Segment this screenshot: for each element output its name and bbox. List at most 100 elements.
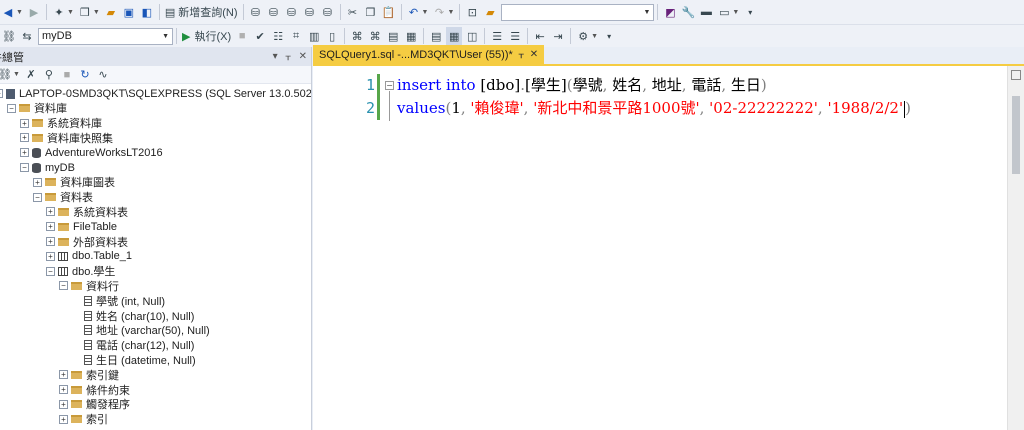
- tree-node[interactable]: − 資料庫: [7, 101, 67, 116]
- search-combo[interactable]: ▼: [501, 3, 655, 21]
- decrease-indent-icon[interactable]: ⇤: [532, 27, 548, 45]
- pin-icon[interactable]: ᚁ: [519, 49, 524, 60]
- stop-icon[interactable]: ■: [59, 66, 75, 84]
- tree-node[interactable]: − myDB: [20, 160, 75, 175]
- forward-icon[interactable]: ▶: [26, 3, 42, 21]
- close-tab-icon[interactable]: ✕: [530, 49, 538, 60]
- solution-explorer-icon[interactable]: ◩: [662, 3, 678, 21]
- collapse-icon[interactable]: −: [7, 103, 16, 113]
- expand-icon[interactable]: +: [46, 222, 55, 232]
- cancel-query-icon[interactable]: ■: [234, 27, 250, 45]
- tree-node[interactable]: + 觸發程序: [59, 397, 130, 412]
- tree-node[interactable]: + AdventureWorksLT2016: [20, 145, 163, 160]
- client-stats-icon[interactable]: ▤: [385, 27, 401, 45]
- dax-query-icon[interactable]: ⛁: [320, 3, 336, 21]
- expand-icon[interactable]: +: [59, 370, 68, 380]
- comment-out-icon[interactable]: ☰: [489, 27, 505, 45]
- parse-icon[interactable]: ✔: [252, 27, 268, 45]
- tree-node[interactable]: + 外部資料表: [46, 234, 128, 249]
- tree-node[interactable]: − LAPTOP-0SMD3QKT\SQLEXPRESS (SQL Server …: [0, 86, 311, 101]
- tree-node[interactable]: + 索引鍵: [59, 367, 119, 382]
- expand-icon[interactable]: +: [46, 251, 55, 261]
- query-designer-icon[interactable]: ⌗: [288, 27, 304, 45]
- collapse-icon[interactable]: −: [20, 163, 29, 172]
- fold-icon[interactable]: −: [385, 81, 394, 90]
- code-line[interactable]: values(1, '賴俊瑋', '新北中和景平路1000號', '02-222…: [397, 97, 911, 119]
- tree-node[interactable]: − 資料行: [59, 278, 119, 293]
- increase-indent-icon[interactable]: ⇥: [550, 27, 566, 45]
- live-stats-icon[interactable]: ⌘: [367, 27, 383, 45]
- options-icon[interactable]: ▭: [716, 3, 732, 21]
- tab-sqlquery1[interactable]: SQLQuery1.sql -...MD3QKT\User (55))* ᚁ ✕: [313, 45, 545, 64]
- tree-node[interactable]: − dbo.學生: [46, 264, 115, 279]
- tree-node[interactable]: + FileTable: [46, 219, 117, 234]
- tree-node[interactable]: + 索引: [59, 412, 108, 427]
- properties-icon[interactable]: 🔧: [680, 3, 696, 21]
- collapse-icon[interactable]: −: [33, 192, 42, 202]
- dmx-query-icon[interactable]: ⛁: [284, 3, 300, 21]
- new-project-icon[interactable]: ✦: [51, 3, 67, 21]
- search-folder-icon[interactable]: ▰: [482, 3, 498, 21]
- tree-node[interactable]: + 系統資料表: [46, 204, 128, 219]
- execute-button[interactable]: ▶ 執行(X): [181, 27, 232, 45]
- xmla-query-icon[interactable]: ⛁: [302, 3, 318, 21]
- actual-plan-icon[interactable]: ⌘: [349, 27, 365, 45]
- filter-icon[interactable]: ⚲: [41, 66, 57, 84]
- tree-node[interactable]: + 條件約束: [59, 382, 130, 397]
- open-folder-icon[interactable]: ▰: [103, 3, 119, 21]
- connect-icon[interactable]: ⛓: [1, 27, 17, 45]
- specify-template-values-icon[interactable]: ⚙: [575, 27, 591, 45]
- tree-node[interactable]: 姓名 (char(10), Null): [72, 308, 194, 323]
- results-to-text-icon[interactable]: ▦: [403, 27, 419, 45]
- collapse-icon[interactable]: −: [46, 266, 55, 276]
- results-icon[interactable]: ▥: [306, 27, 322, 45]
- collapse-icon[interactable]: −: [0, 89, 3, 98]
- panel-menu-icon[interactable]: ▾: [273, 51, 278, 62]
- results-file-icon[interactable]: ◫: [464, 27, 480, 45]
- disconnect-icon[interactable]: ✗: [23, 66, 39, 84]
- refresh-icon[interactable]: ↻: [77, 66, 93, 84]
- toolbox-icon[interactable]: ▬: [698, 3, 714, 21]
- mdx-query-icon[interactable]: ⛁: [266, 3, 282, 21]
- save-all-icon[interactable]: ◧: [139, 3, 155, 21]
- estimated-plan-icon[interactable]: ☷: [270, 27, 286, 45]
- collapse-icon[interactable]: −: [59, 281, 68, 291]
- expand-icon[interactable]: +: [59, 399, 68, 409]
- change-connection-icon[interactable]: ⇆: [19, 27, 35, 45]
- navigate-icon[interactable]: ⊡: [464, 3, 480, 21]
- copy-icon[interactable]: ❐: [363, 3, 379, 21]
- tree-node[interactable]: 學號 (int, Null): [72, 293, 165, 308]
- activity-monitor-icon[interactable]: ∿: [95, 66, 111, 84]
- editor-scrollbar[interactable]: [1007, 66, 1024, 430]
- expand-icon[interactable]: +: [59, 414, 68, 424]
- expand-icon[interactable]: +: [33, 177, 42, 187]
- back-icon[interactable]: ◀: [0, 3, 16, 21]
- pin-icon[interactable]: ᚁ: [286, 51, 291, 62]
- tree-node[interactable]: + 系統資料庫: [20, 116, 102, 131]
- toolbar-overflow-icon[interactable]: ▾: [742, 3, 758, 21]
- redo-icon[interactable]: ↷: [431, 3, 447, 21]
- editor-scroll-thumb[interactable]: [1012, 96, 1020, 174]
- tree-node[interactable]: 電話 (char(12), Null): [72, 338, 194, 353]
- uncomment-icon[interactable]: ☰: [507, 27, 523, 45]
- tree-node[interactable]: 生日 (datetime, Null): [72, 352, 196, 367]
- database-select[interactable]: myDB ▼: [38, 27, 173, 45]
- intellisense-icon[interactable]: ▯: [324, 27, 340, 45]
- tree-node[interactable]: + dbo.Table_1: [46, 249, 132, 264]
- expand-icon[interactable]: +: [20, 118, 29, 128]
- tree-node[interactable]: 地址 (varchar(50), Null): [72, 323, 210, 338]
- expand-icon[interactable]: +: [20, 148, 29, 158]
- close-icon[interactable]: ✕: [299, 51, 307, 62]
- code-editor[interactable]: 12 insert into [dbo].[學生](學號, 姓名, 地址, 電話…: [313, 66, 1024, 430]
- code-line[interactable]: insert into [dbo].[學生](學號, 姓名, 地址, 電話, 生…: [397, 74, 767, 96]
- split-icon[interactable]: [1011, 70, 1021, 80]
- cut-icon[interactable]: ✂: [345, 3, 361, 21]
- connect-oe-icon[interactable]: ⛓: [0, 66, 13, 84]
- expand-icon[interactable]: +: [46, 207, 55, 217]
- db-engine-query-icon[interactable]: ⛁: [248, 3, 264, 21]
- save-icon[interactable]: ▣: [121, 3, 137, 21]
- expand-icon[interactable]: +: [59, 385, 68, 394]
- toolbar2-overflow-icon[interactable]: ▾: [601, 27, 617, 45]
- tree-node[interactable]: − 資料表: [33, 190, 93, 205]
- tree-node[interactable]: + 資料庫圖表: [33, 175, 115, 190]
